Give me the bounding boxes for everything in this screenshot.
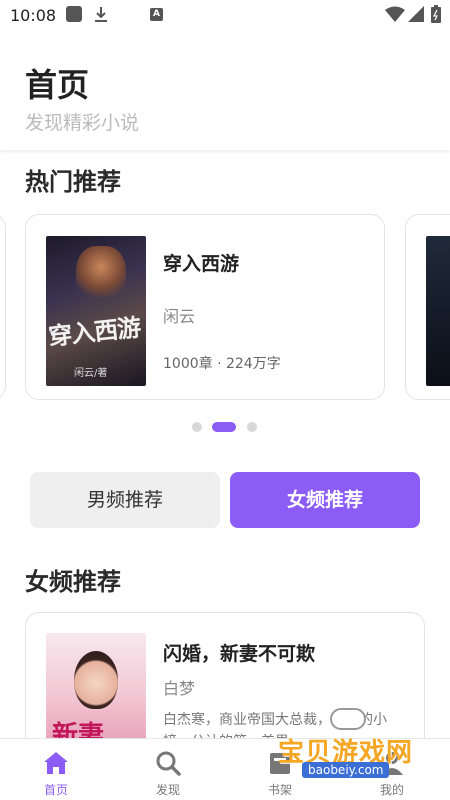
status-bar: 10:08 A bbox=[0, 0, 450, 32]
home-icon bbox=[44, 752, 68, 774]
battery-icon bbox=[431, 5, 441, 23]
book-author: 闲云 bbox=[163, 307, 196, 326]
carousel-card-featured[interactable]: 穿入西游 闲云/著 穿入西游 闲云 1000章 · 224万字 bbox=[25, 214, 385, 400]
wifi-icon bbox=[385, 6, 405, 22]
keyboard-a-icon: A bbox=[150, 8, 163, 21]
page-title: 首页 bbox=[25, 66, 90, 104]
carousel-card-next[interactable] bbox=[405, 214, 450, 400]
search-icon bbox=[156, 751, 181, 776]
watermark-logo: 宝贝游戏网 baobeiy.com bbox=[270, 706, 450, 796]
book-author: 白梦 bbox=[163, 679, 196, 698]
carousel-pager bbox=[0, 422, 450, 432]
book-title: 闪婚，新妻不可欺 bbox=[163, 643, 316, 665]
carousel-card-prev[interactable] bbox=[0, 214, 6, 400]
nav-item-discover[interactable]: 发现 bbox=[112, 739, 224, 800]
gamepad-icon bbox=[330, 708, 366, 730]
page-subtitle: 发现精彩小说 bbox=[25, 112, 140, 134]
cover-author-art: 闲云/著 bbox=[74, 368, 108, 379]
cover-portrait-art bbox=[74, 651, 118, 709]
pager-dot-active[interactable] bbox=[212, 422, 236, 432]
nav-label-home: 首页 bbox=[43, 783, 68, 797]
book-cover bbox=[426, 236, 450, 386]
tab-female-recommend[interactable]: 女频推荐 bbox=[230, 472, 420, 528]
page-header: 首页 发现精彩小说 bbox=[0, 32, 450, 150]
nav-item-home[interactable]: 首页 bbox=[0, 739, 112, 800]
download-icon bbox=[95, 7, 107, 22]
notification-square-icon bbox=[66, 6, 82, 22]
signal-icon bbox=[408, 6, 424, 22]
book-meta: 1000章 · 224万字 bbox=[163, 356, 281, 372]
tab-male-recommend[interactable]: 男频推荐 bbox=[30, 472, 220, 528]
hot-carousel[interactable]: 穿入西游 闲云/著 穿入西游 闲云 1000章 · 224万字 bbox=[0, 212, 450, 404]
cover-figure-art bbox=[76, 246, 126, 306]
hot-section-title: 热门推荐 bbox=[25, 168, 121, 196]
watermark-url: baobeiy.com bbox=[302, 762, 390, 778]
pager-dot[interactable] bbox=[192, 422, 202, 432]
nav-label-discover: 发现 bbox=[155, 783, 180, 797]
book-title: 穿入西游 bbox=[163, 253, 240, 275]
status-time: 10:08 bbox=[10, 6, 57, 25]
cover-title-art: 穿入西游 bbox=[46, 312, 142, 351]
female-section-title: 女频推荐 bbox=[25, 568, 121, 596]
book-cover: 穿入西游 闲云/著 bbox=[46, 236, 146, 386]
pager-dot[interactable] bbox=[247, 422, 257, 432]
